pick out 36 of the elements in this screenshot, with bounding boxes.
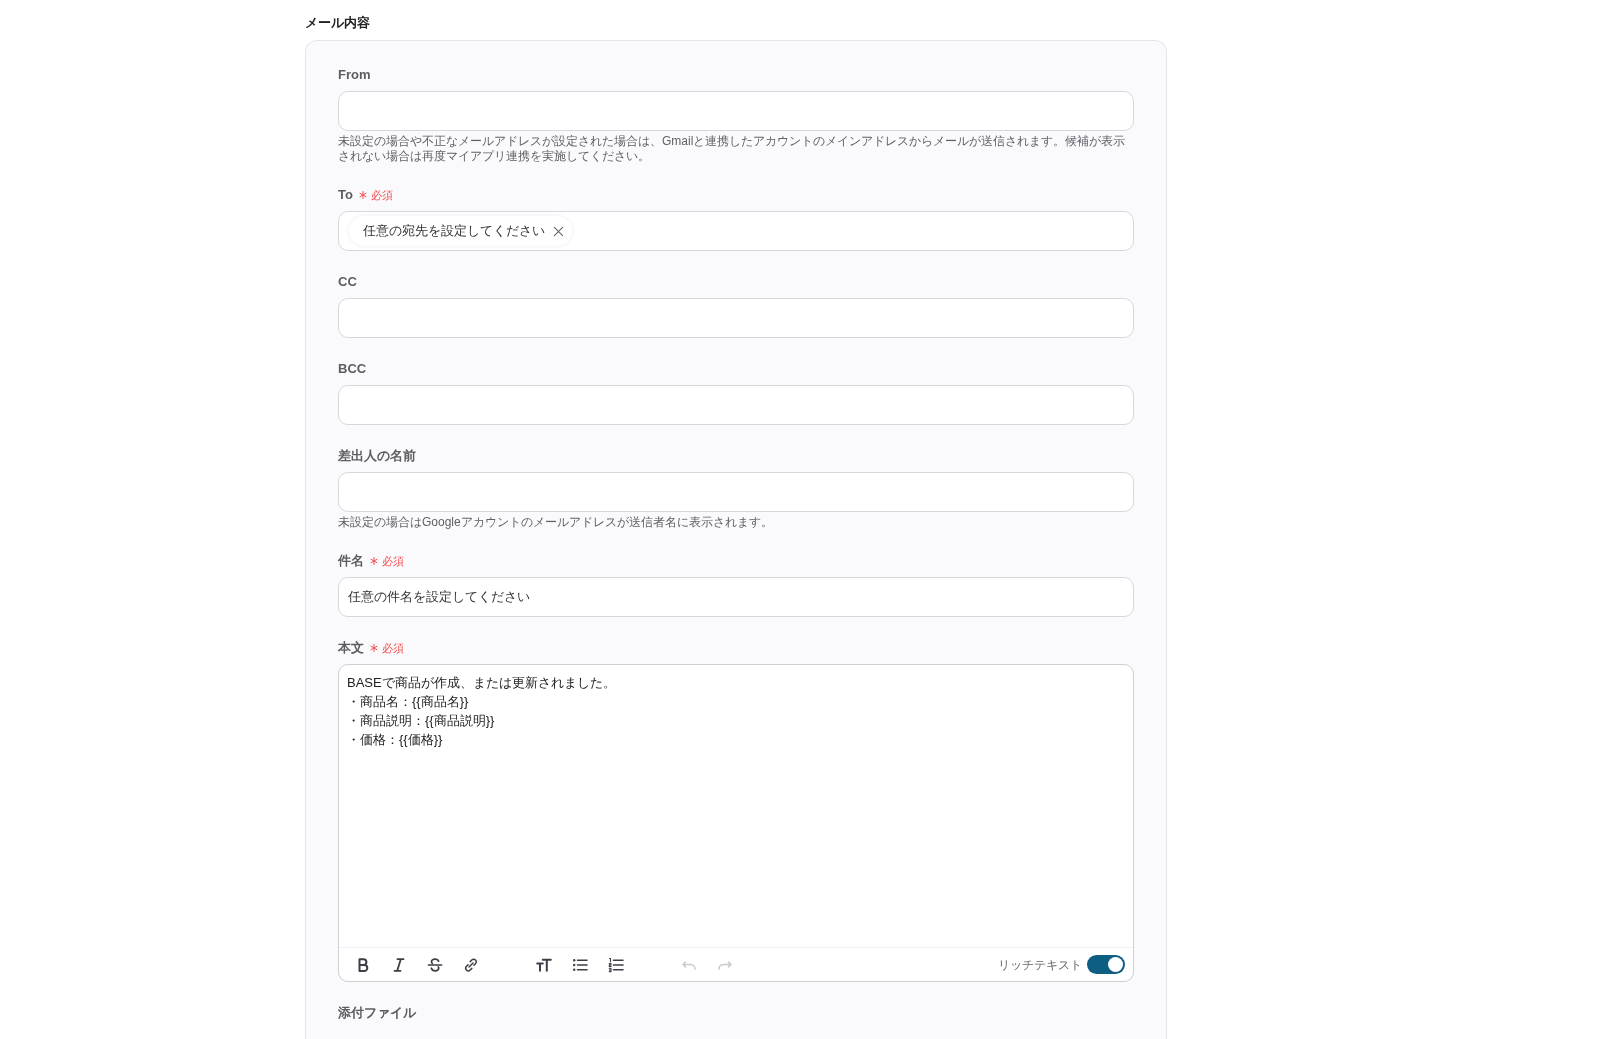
italic-icon xyxy=(391,956,407,973)
body-text-line: ・価格：{{価格}} xyxy=(347,731,443,749)
body-text-line: ・商品名：{{商品名}} xyxy=(347,693,469,711)
text-input-field[interactable] xyxy=(338,298,1134,338)
body-text-field[interactable]: BASEで商品が作成、または更新されました。 ・商品名：{{商品名}} ・商品説明：{{商品説明}} ・価格：{{価格}} xyxy=(339,665,1133,947)
required-text: 必須 xyxy=(382,641,404,655)
bullet-list-icon xyxy=(572,956,588,973)
field-label: 本文 xyxy=(338,639,364,657)
section-title: メール内容 xyxy=(305,14,370,32)
close-icon[interactable] xyxy=(553,225,564,237)
link-icon xyxy=(463,956,479,973)
text-input-field[interactable] xyxy=(338,385,1134,425)
text-input-field[interactable] xyxy=(338,472,1134,512)
text-input-field[interactable]: 任意の件名を設定してください xyxy=(338,577,1134,617)
field-label: 件名 xyxy=(338,552,364,570)
field-label: 差出人の名前 xyxy=(338,447,416,465)
field-label: CC xyxy=(338,273,357,291)
field-label: From xyxy=(338,66,371,84)
numbered-list-icon xyxy=(608,956,624,973)
required-text: 必須 xyxy=(370,188,393,202)
text-input-field[interactable] xyxy=(338,91,1134,131)
toggle-switch[interactable] xyxy=(1087,955,1125,974)
toggle-label: リッチテキスト xyxy=(998,956,1082,974)
text-size-icon xyxy=(536,956,552,973)
help-text: 未設定の場合はGoogleアカウントのメールアドレスが送信者名に表示されます。 xyxy=(338,515,774,530)
field-label: 添付ファイル xyxy=(338,1004,416,1022)
help-text: 未設定の場合や不正なメールアドレスが設定された場合は、Gmailと連携したアカウントのメインアドレスからメールが送信されます。候補が表示されない場合は再度マイアプリ連携を実施してください。 xyxy=(338,134,1127,164)
body-text-line: ・商品説明：{{商品説明}} xyxy=(347,712,495,730)
strikethrough-icon xyxy=(427,956,443,973)
field-label: BCC xyxy=(338,360,367,378)
recipient-tag[interactable]: 任意の宛先を設定してください xyxy=(349,216,572,246)
field-label: To xyxy=(338,186,353,204)
tag-label: 任意の宛先を設定してください xyxy=(363,222,545,241)
required-text: 必須 xyxy=(382,554,404,568)
body-text-line: BASEで商品が作成、または更新されました。 xyxy=(347,674,616,692)
recipient-field[interactable]: 任意の宛先を設定してください xyxy=(338,211,1134,251)
